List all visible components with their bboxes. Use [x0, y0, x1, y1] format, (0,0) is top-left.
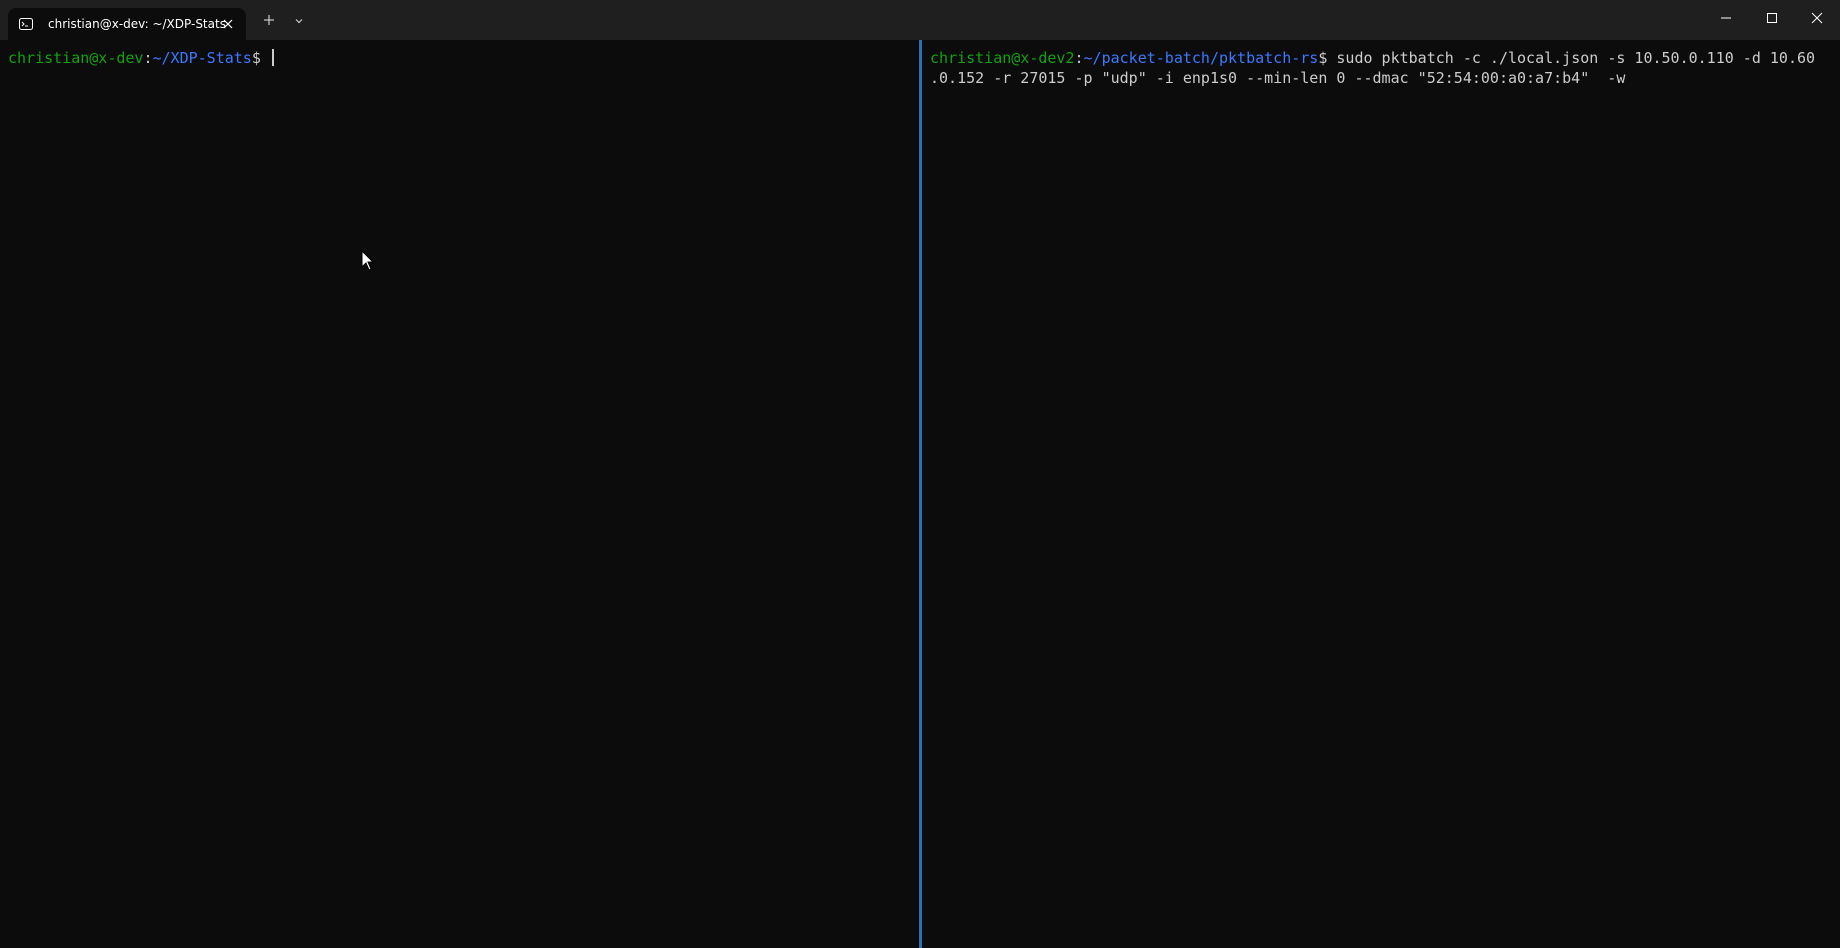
- chevron-down-icon: [294, 13, 304, 31]
- tab-title: christian@x-dev: ~/XDP-Stats: [48, 17, 226, 31]
- tab-xdp-stats[interactable]: christian@x-dev: ~/XDP-Stats: [8, 8, 246, 40]
- prompt-symbol: $: [1318, 49, 1337, 67]
- command-line: christian@x-dev2:~/packet-batch/pktbatch…: [930, 48, 1840, 68]
- title-bar: christian@x-dev: ~/XDP-Stats: [0, 0, 1840, 40]
- prompt-separator: :: [1074, 49, 1084, 67]
- new-tab-button[interactable]: [259, 12, 279, 32]
- maximize-button[interactable]: [1749, 0, 1795, 40]
- prompt-separator: :: [143, 49, 153, 67]
- prompt-path: ~/packet-batch/pktbatch-rs: [1083, 49, 1319, 67]
- command-continuation: .0.152 -r 27015 -p "udp" -i enp1s0 --min…: [930, 69, 1626, 87]
- right-terminal-pane[interactable]: christian@x-dev2:~/packet-batch/pktbatch…: [922, 40, 1840, 948]
- prompt-path: ~/XDP-Stats: [152, 49, 252, 67]
- minimize-button[interactable]: [1703, 0, 1749, 40]
- tab-close-icon[interactable]: [218, 14, 238, 34]
- plus-icon: [263, 13, 275, 31]
- maximize-icon: [1766, 11, 1778, 29]
- prompt-symbol: $: [251, 49, 270, 67]
- command-text: sudo pktbatch -c ./local.json -s 10.50.0…: [1336, 49, 1816, 67]
- prompt-user-host: christian@x-dev2: [930, 49, 1075, 67]
- prompt-line: christian@x-dev:~/XDP-Stats$: [8, 48, 919, 68]
- close-icon: [1811, 11, 1823, 29]
- terminal-window: christian@x-dev: ~/XDP-Stats christian@x…: [0, 0, 1840, 948]
- minimize-icon: [1720, 11, 1732, 29]
- left-terminal-pane[interactable]: christian@x-dev:~/XDP-Stats$: [0, 40, 919, 948]
- mouse-pointer-icon: [361, 249, 375, 272]
- close-button[interactable]: [1794, 0, 1840, 40]
- prompt-user-host: christian@x-dev: [8, 49, 144, 67]
- tab-dropdown-button[interactable]: [289, 12, 309, 32]
- terminal-icon: [18, 16, 34, 32]
- text-cursor: [271, 49, 274, 66]
